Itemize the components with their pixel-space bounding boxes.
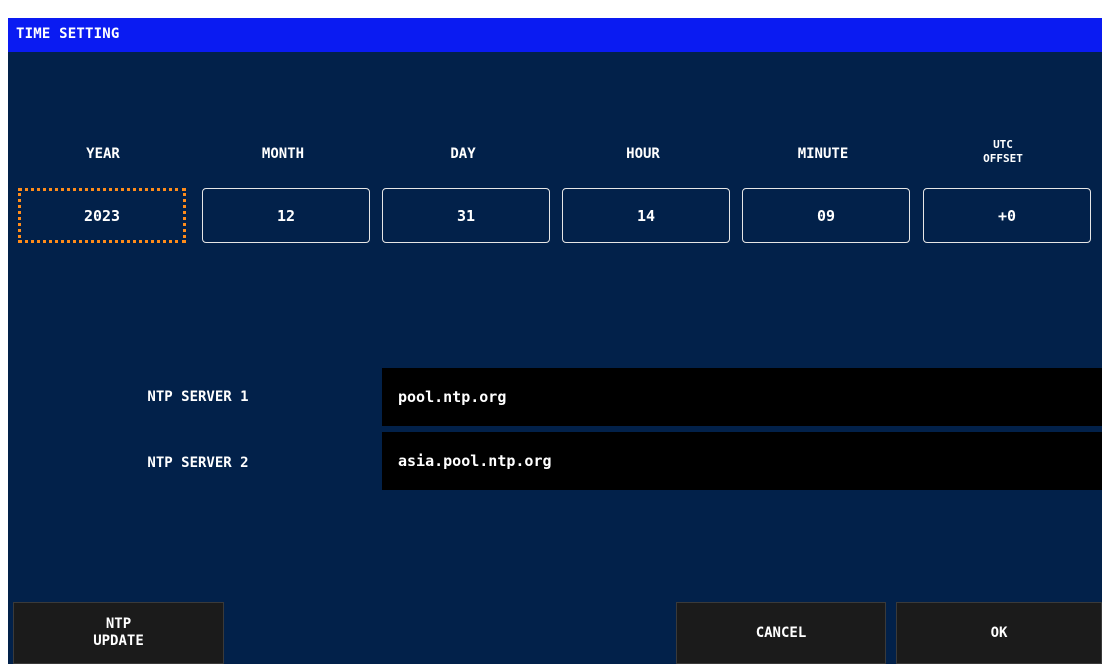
ntp-server-2-label: NTP SERVER 2 <box>147 455 249 471</box>
cancel-button-label: CANCEL <box>755 624 807 641</box>
year-label: YEAR <box>86 146 120 162</box>
dialog-title: TIME SETTING <box>16 26 120 42</box>
title-bar: TIME SETTING <box>8 18 1102 52</box>
hour-field[interactable]: 14 <box>562 188 730 243</box>
ntp-update-button-label: NTP UPDATE <box>93 616 144 650</box>
utc-offset-label-line1: UTC <box>993 138 1013 151</box>
ok-button[interactable]: OK <box>896 602 1102 664</box>
month-label: MONTH <box>261 146 305 162</box>
ntp-update-button[interactable]: NTP UPDATE <box>13 602 224 664</box>
day-field[interactable]: 31 <box>382 188 550 243</box>
utc-offset-label: UTC OFFSET <box>918 138 1088 166</box>
ntp-server-2-input[interactable]: asia.pool.ntp.org <box>382 432 1102 490</box>
month-field[interactable]: 12 <box>202 188 370 243</box>
ntp-server-1-input[interactable]: pool.ntp.org <box>382 368 1102 426</box>
utc-offset-label-line2: OFFSET <box>983 152 1023 165</box>
time-setting-dialog: TIME SETTING YEAR MONTH DAY HOUR MINUTE … <box>8 18 1102 664</box>
year-field[interactable]: 2023 <box>18 188 186 243</box>
utc-offset-field[interactable]: +0 <box>923 188 1091 243</box>
ntp-update-label-line2: UPDATE <box>93 633 144 649</box>
ok-button-label: OK <box>990 624 1008 641</box>
ntp-update-label-line1: NTP <box>105 616 132 632</box>
hour-label: HOUR <box>626 146 660 162</box>
minute-field[interactable]: 09 <box>742 188 910 243</box>
minute-label: MINUTE <box>797 146 849 162</box>
cancel-button[interactable]: CANCEL <box>676 602 886 664</box>
day-label: DAY <box>450 146 476 162</box>
ntp-server-1-label: NTP SERVER 1 <box>147 389 249 405</box>
